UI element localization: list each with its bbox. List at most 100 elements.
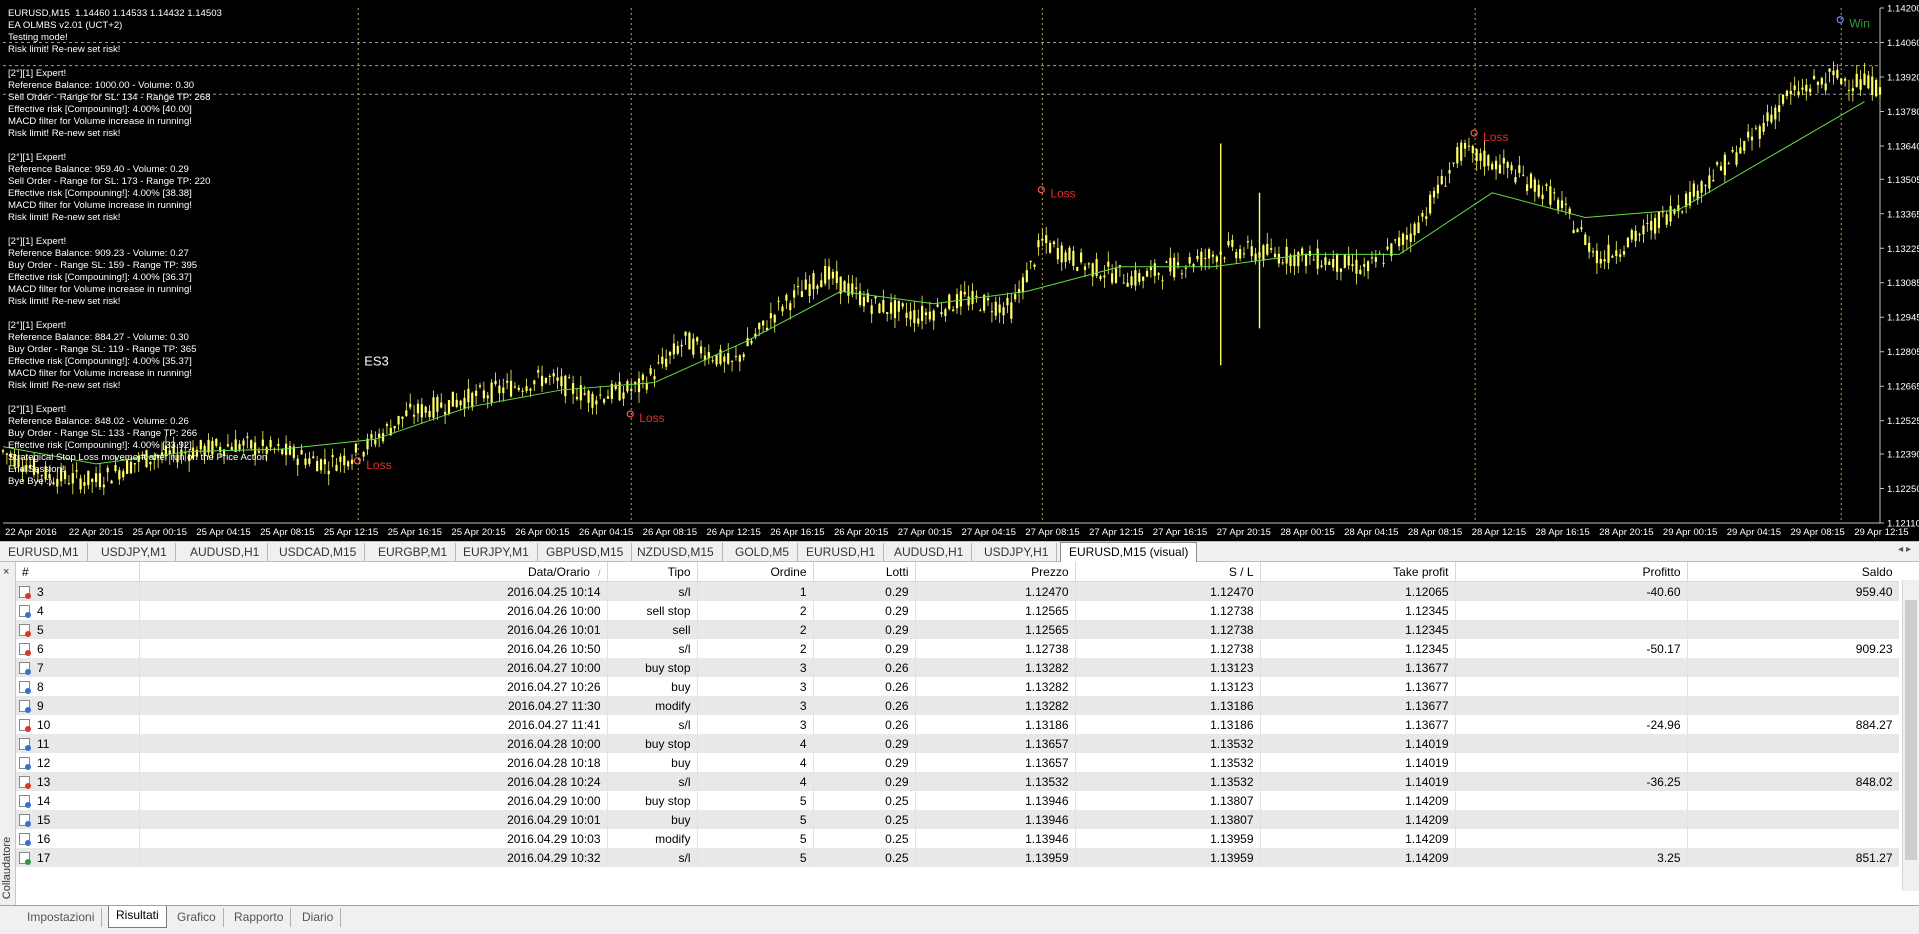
candle-body	[1215, 256, 1218, 262]
tab-scroll-arrows-icon[interactable]: ◂ ▸	[1898, 544, 1911, 555]
table-row[interactable]: 4 2016.04.26 10:00 sell stop 2 0.29 1.12565 1.…	[16, 601, 1899, 620]
chart-tab[interactable]: EURUSD,M15 (visual)	[1060, 542, 1198, 562]
chart-tab[interactable]: EURJPY,M1	[455, 543, 538, 561]
tester-tab[interactable]: Impostazioni	[20, 908, 103, 927]
table-row[interactable]: 15 2016.04.29 10:01 buy 5 0.25 1.13946 1.13807…	[16, 810, 1899, 829]
table-row[interactable]: 8 2016.04.27 10:26 buy 3 0.26 1.13282 1.13123 1…	[16, 677, 1899, 696]
chart-tab[interactable]: USDJPY,H1	[976, 543, 1058, 561]
cell-balance	[1687, 734, 1899, 753]
tester-tab[interactable]: Rapporto	[227, 908, 292, 927]
chart-tab[interactable]: GOLD,M5	[727, 543, 799, 561]
candle-body	[1374, 257, 1377, 262]
tester-tab[interactable]: Diario	[295, 908, 342, 927]
chart-tab[interactable]: AUDUSD,H1	[886, 543, 973, 561]
scrollbar-thumb[interactable]	[1905, 600, 1917, 860]
price-chart[interactable]: Loss Loss Loss Loss Win ES3 1.14200 1.14060 1.13…	[0, 0, 1919, 541]
column-header[interactable]: Data/Orario /	[139, 562, 608, 582]
close-icon[interactable]: ×	[3, 566, 9, 578]
column-header[interactable]: Prezzo	[915, 562, 1076, 582]
column-header[interactable]: #	[16, 562, 140, 582]
info-line: Reference Balance: 909.23 - Volume: 0.27	[8, 248, 189, 259]
candle-body	[1080, 252, 1083, 263]
column-header[interactable]: Take profit	[1260, 562, 1456, 582]
column-header[interactable]: Tipo	[607, 562, 698, 582]
cell-lots: 0.25	[813, 810, 916, 829]
candle-body	[587, 390, 590, 403]
cell-profit	[1455, 810, 1688, 829]
candle-body	[1820, 78, 1823, 85]
candle-body	[1308, 250, 1312, 257]
candle-body	[1452, 162, 1455, 164]
table-row[interactable]: 7 2016.04.27 10:00 buy stop 3 0.26 1.13282 1.1…	[16, 658, 1899, 677]
cell-sl: 1.12738	[1075, 620, 1261, 639]
table-row[interactable]: 10 2016.04.27 11:41 s/l 3 0.26 1.13186 1.13186…	[16, 715, 1899, 734]
cell-tp: 1.13677	[1260, 715, 1456, 734]
candle-body	[1863, 73, 1866, 85]
table-row[interactable]: 3 2016.04.25 10:14 s/l 1 0.29 1.12470 1.12470 1…	[16, 581, 1899, 601]
candle-body	[913, 310, 916, 324]
table-row[interactable]: 11 2016.04.28 10:00 buy stop 4 0.29 1.13657 1.…	[16, 734, 1899, 753]
chart-tab[interactable]: USDJPY,M1	[93, 543, 176, 561]
chart-tab[interactable]: EURUSD,M1	[0, 543, 88, 561]
chart-tab[interactable]: GBPUSD,M15	[538, 543, 633, 561]
info-line: Reference Balance: 1000.00 - Volume: 0.3…	[8, 80, 195, 91]
cell-order: 3	[697, 715, 814, 734]
es3-marker-label: ES3	[364, 353, 389, 368]
candle-body	[312, 456, 315, 458]
candle-body	[1471, 146, 1474, 154]
candle-body	[1599, 259, 1602, 264]
tester-tab[interactable]: Risultati	[108, 906, 167, 928]
table-row[interactable]: 9 2016.04.27 11:30 modify 3 0.26 1.13282 1.131…	[16, 696, 1899, 715]
candle-body	[1518, 165, 1521, 173]
candle-body	[1142, 276, 1145, 281]
info-line: Reference Balance: 848.02 - Volume: 0.26	[8, 416, 189, 427]
time-tick-label: 28 Apr 00:15	[1280, 527, 1334, 538]
candle-body	[785, 294, 788, 301]
candle-body	[1529, 173, 1533, 188]
chart-tab[interactable]: AUDUSD,H1	[182, 543, 269, 561]
cell-sl: 1.13123	[1075, 658, 1261, 677]
info-line	[8, 224, 267, 236]
candle-body	[1812, 75, 1816, 80]
table-row[interactable]: 17 2016.04.29 10:32 s/l 5 0.25 1.13959 1.13959…	[16, 848, 1899, 867]
candle-body	[1704, 184, 1707, 186]
candle-body	[339, 456, 342, 462]
chart-tab[interactable]: NZDUSD,M15	[629, 543, 723, 561]
chart-canvas[interactable]: Loss Loss Loss Loss Win ES3 1.14200 1.14060 1.13…	[0, 0, 1919, 541]
candle-body	[696, 337, 699, 342]
cell-price: 1.13946	[915, 810, 1076, 829]
table-row[interactable]: 14 2016.04.29 10:00 buy stop 5 0.25 1.13946 1.…	[16, 791, 1899, 810]
cell-balance: 884.27	[1687, 715, 1899, 734]
candle-body	[1805, 84, 1808, 92]
chart-tab[interactable]: EURUSD,H1	[798, 543, 885, 561]
cell-sl: 1.12738	[1075, 639, 1261, 658]
chart-tab[interactable]: USDCAD,M15	[271, 543, 366, 561]
tester-tab[interactable]: Grafico	[170, 908, 224, 927]
column-header[interactable]: Saldo	[1687, 562, 1899, 582]
candle-body	[932, 310, 935, 321]
candle-body	[1824, 83, 1827, 91]
column-header[interactable]: Profitto	[1455, 562, 1688, 582]
table-row[interactable]: 16 2016.04.29 10:03 modify 5 0.25 1.13946 1.13…	[16, 829, 1899, 848]
candle-body	[746, 337, 749, 347]
table-row[interactable]: 13 2016.04.28 10:24 s/l 4 0.29 1.13532 1.13532…	[16, 772, 1899, 791]
table-row[interactable]: 5 2016.04.26 10:01 sell 2 0.29 1.12565 1.12738…	[16, 620, 1899, 639]
chart-tab[interactable]: EURGBP,M1	[370, 543, 457, 561]
candle-body	[1025, 270, 1028, 283]
column-header[interactable]: Ordine	[697, 562, 814, 582]
candle-body	[1060, 245, 1063, 263]
table-row[interactable]: 12 2016.04.28 10:18 buy 4 0.29 1.13657 1.13532…	[16, 753, 1899, 772]
cell-order: 5	[697, 791, 814, 810]
cell-tp: 1.13677	[1260, 677, 1456, 696]
table-row[interactable]: 6 2016.04.26 10:50 s/l 2 0.29 1.12738 1.12738 1…	[16, 639, 1899, 658]
cell-sl: 1.13186	[1075, 696, 1261, 715]
cell-balance: 959.40	[1687, 581, 1899, 601]
price-tick-label: 1.14200	[1887, 4, 1919, 15]
vertical-scrollbar[interactable]	[1902, 580, 1919, 891]
column-header[interactable]: Lotti	[813, 562, 916, 582]
price-tick-label: 1.13640	[1887, 141, 1919, 152]
time-tick-label: 25 Apr 12:15	[324, 527, 378, 538]
cell-price: 1.13282	[915, 696, 1076, 715]
column-header[interactable]: S / L	[1075, 562, 1261, 582]
candle-body	[498, 385, 501, 394]
